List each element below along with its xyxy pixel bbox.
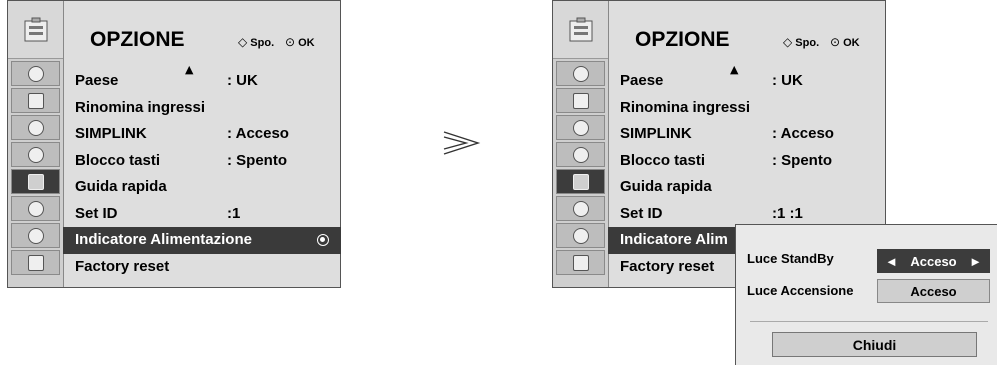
category-sidebar	[8, 1, 64, 287]
option-list: Paese: UK Rinomina ingressi SIMPLINK: Ac…	[63, 68, 341, 280]
option-category-icon	[8, 1, 63, 59]
menu-item-rename-inputs[interactable]: Rinomina ingressi	[608, 95, 886, 122]
option-category-icon	[553, 1, 608, 59]
nav-hint-move: ◇ Spo.	[238, 35, 275, 49]
menu-item-key-lock[interactable]: Blocco tasti: Spento	[63, 148, 341, 175]
support-category-icon[interactable]	[556, 250, 605, 275]
screen-category-icon[interactable]	[556, 88, 605, 113]
menu-title: OPZIONE	[90, 28, 185, 51]
time-category-icon[interactable]	[556, 142, 605, 167]
nav-hint-ok: ⊙ OK	[285, 35, 315, 49]
time-category-icon[interactable]	[11, 142, 60, 167]
selected-radio-icon	[317, 234, 329, 246]
ok-icon: ⊙	[830, 35, 841, 49]
picture-category-icon[interactable]	[556, 61, 605, 86]
move-icon: ◇	[238, 35, 248, 49]
menu-item-power-indicator[interactable]: Indicatore Alimentazione	[63, 227, 341, 254]
menu-item-rename-inputs[interactable]: Rinomina ingressi	[63, 95, 341, 122]
menu-item-set-id[interactable]: Set ID:1	[63, 201, 341, 228]
power-on-light-value: Acceso	[910, 283, 957, 299]
close-button[interactable]: Chiudi	[772, 332, 977, 357]
osd-menu-left: OPZIONE ◇ Spo. ⊙ OK ▲ Paese: UK Rinomina…	[7, 0, 341, 288]
standby-light-value: Acceso	[910, 253, 957, 269]
arrow-left-icon[interactable]: ◄	[885, 254, 898, 269]
menu-item-country[interactable]: Paese: UK	[63, 68, 341, 95]
audio-category-icon[interactable]	[11, 115, 60, 140]
move-icon: ◇	[783, 35, 793, 49]
power-indicator-popup: Luce StandBy ◄ Acceso ► Luce Accensione …	[735, 224, 997, 365]
step-arrow-icon	[443, 131, 481, 155]
menu-item-simplink[interactable]: SIMPLINK: Acceso	[63, 121, 341, 148]
standby-light-label: Luce StandBy	[747, 251, 834, 266]
standby-light-selector[interactable]: ◄ Acceso ►	[877, 249, 990, 273]
power-on-light-label: Luce Accensione	[747, 283, 854, 298]
arrow-right-icon[interactable]: ►	[969, 254, 982, 269]
category-sidebar	[553, 1, 609, 287]
menu-item-country[interactable]: Paese: UK	[608, 68, 886, 95]
nav-hint-ok: ⊙ OK	[830, 35, 860, 49]
input-category-icon[interactable]	[11, 223, 60, 248]
picture-category-icon[interactable]	[11, 61, 60, 86]
power-on-light-selector[interactable]: Acceso	[877, 279, 990, 303]
option-category-icon-active[interactable]	[556, 169, 605, 194]
menu-item-quick-guide[interactable]: Guida rapida	[608, 174, 886, 201]
menu-title: OPZIONE	[635, 28, 730, 51]
menu-item-factory-reset[interactable]: Factory reset	[63, 254, 341, 281]
nav-hint-move: ◇ Spo.	[783, 35, 820, 49]
support-category-icon[interactable]	[11, 250, 60, 275]
menu-item-simplink[interactable]: SIMPLINK: Acceso	[608, 121, 886, 148]
input-category-icon[interactable]	[556, 223, 605, 248]
ok-icon: ⊙	[285, 35, 296, 49]
lock-category-icon[interactable]	[556, 196, 605, 221]
menu-item-key-lock[interactable]: Blocco tasti: Spento	[608, 148, 886, 175]
lock-category-icon[interactable]	[11, 196, 60, 221]
screen-category-icon[interactable]	[11, 88, 60, 113]
audio-category-icon[interactable]	[556, 115, 605, 140]
option-category-icon-active[interactable]	[11, 169, 60, 194]
menu-item-quick-guide[interactable]: Guida rapida	[63, 174, 341, 201]
divider	[750, 321, 988, 322]
